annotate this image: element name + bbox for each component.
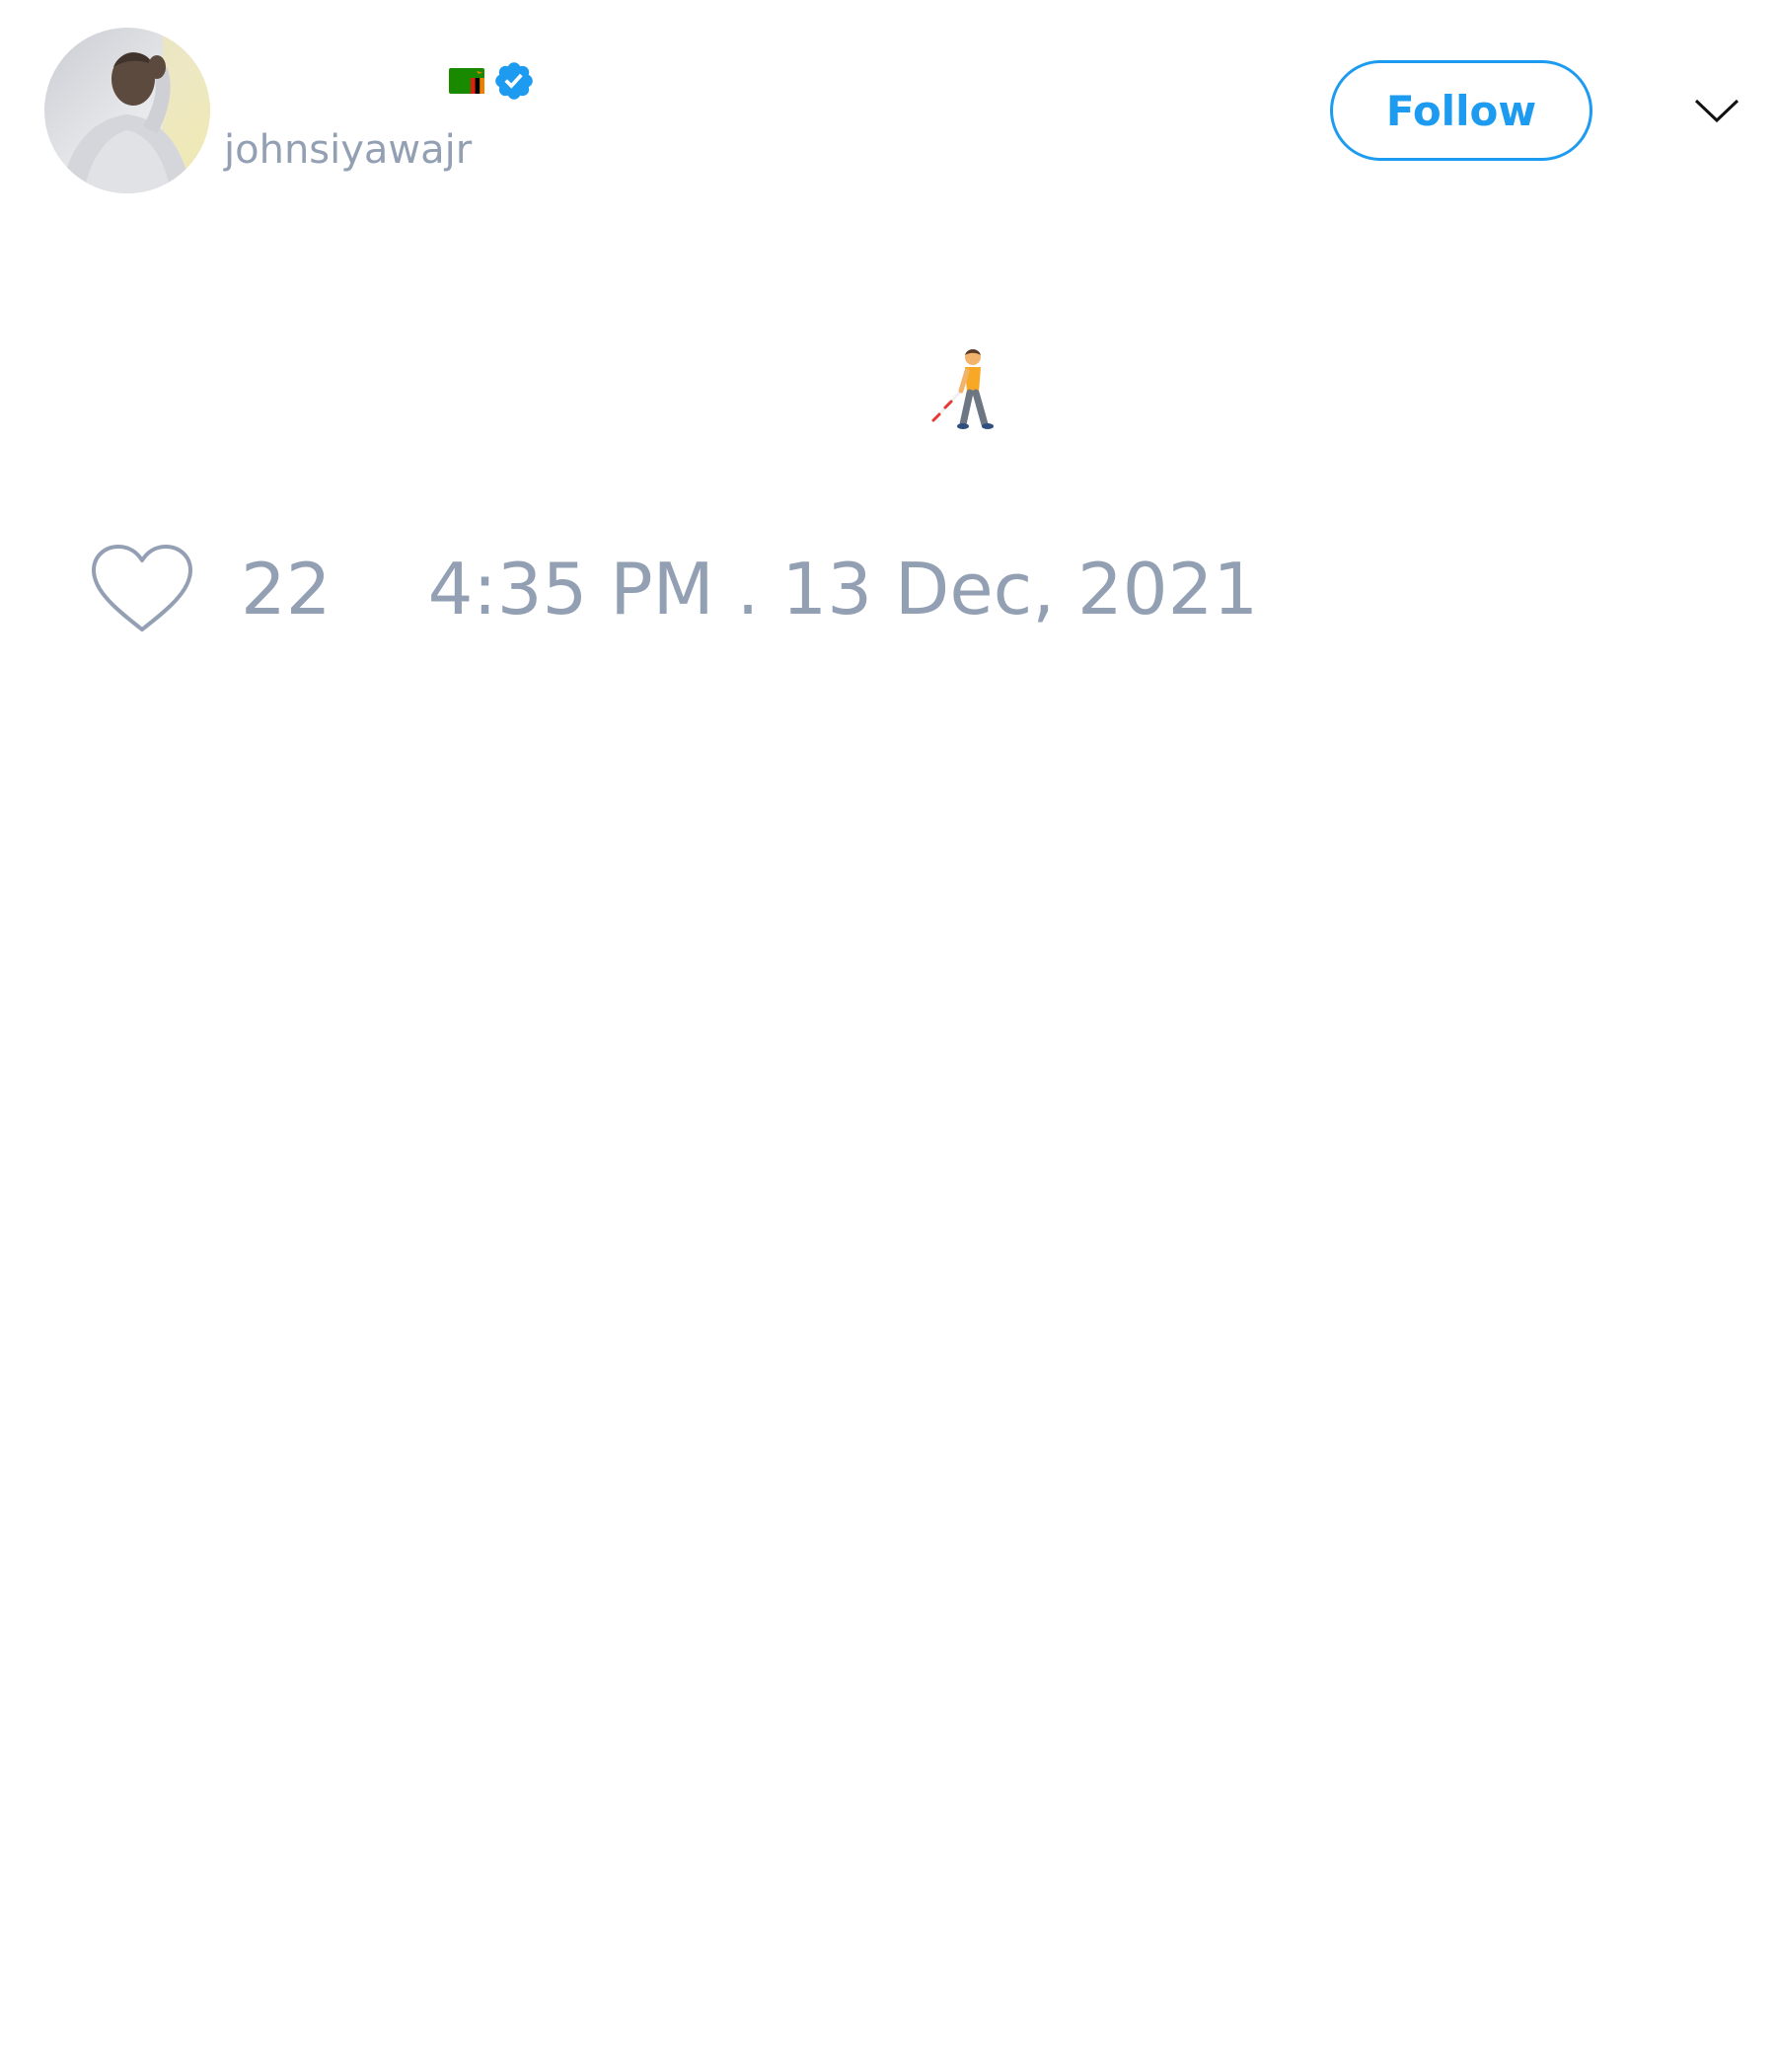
tweet-card: johnsiyawajr Follow 22 4:35 PM . 13 Dec,… xyxy=(0,0,1776,2072)
chevron-down-icon xyxy=(1694,99,1739,123)
person-with-white-cane-emoji xyxy=(931,349,994,429)
heart-icon xyxy=(92,545,192,631)
avatar-photo xyxy=(44,28,210,193)
more-options-button[interactable] xyxy=(1689,91,1744,130)
tweet-footer: 22 4:35 PM . 13 Dec, 2021 xyxy=(89,541,1258,637)
follow-button[interactable]: Follow xyxy=(1330,60,1592,161)
avatar[interactable] xyxy=(44,28,210,193)
like-count: 22 xyxy=(241,548,332,630)
like-button[interactable] xyxy=(89,541,195,637)
author-name-row xyxy=(441,59,536,103)
zambia-flag-icon xyxy=(449,68,484,94)
tweet-text xyxy=(927,345,1016,434)
verified-badge-icon xyxy=(495,62,533,100)
tweet-timestamp[interactable]: 4:35 PM . 13 Dec, 2021 xyxy=(428,541,1259,637)
author-username[interactable]: johnsiyawajr xyxy=(224,126,472,174)
